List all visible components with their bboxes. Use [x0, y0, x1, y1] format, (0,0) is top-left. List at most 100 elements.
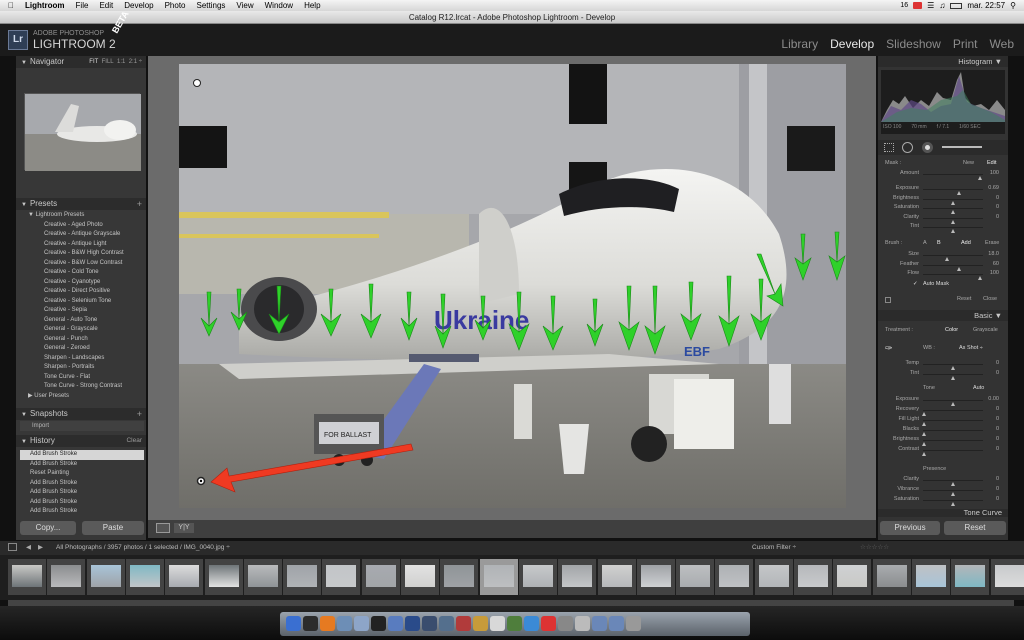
paste-settings-button[interactable]: Paste — [82, 521, 144, 535]
wifi-icon[interactable]: ☰ — [927, 1, 934, 10]
preset-item[interactable]: Creative - Selenium Tone — [20, 297, 144, 307]
main-photo[interactable]: Ukraine EBF FOR BALLAST — [179, 64, 846, 508]
slider-value[interactable]: 0 — [996, 406, 999, 412]
preset-item[interactable]: General - Zeroed — [20, 344, 144, 354]
add-preset-icon[interactable]: + — [137, 198, 142, 210]
firefox-icon[interactable] — [320, 616, 335, 631]
slider-value[interactable]: 0 — [996, 416, 999, 422]
slider-value[interactable]: 0 — [996, 496, 999, 502]
slider-track[interactable] — [923, 208, 983, 214]
module-develop[interactable]: Develop — [830, 37, 874, 51]
volume-icon[interactable]: ♫ — [939, 1, 945, 10]
slider-value[interactable]: 100 — [990, 270, 999, 276]
preset-item[interactable]: Creative - Sepia — [20, 306, 144, 316]
auto-mask-row[interactable]: ✓ Auto Mask — [881, 281, 1005, 290]
menubar-badge[interactable]: 16 — [900, 2, 908, 9]
preset-item[interactable]: Creative - B&W High Contrast — [20, 249, 144, 259]
apple-menu-icon[interactable]:  — [8, 1, 14, 10]
navigator-preview[interactable] — [24, 93, 141, 171]
preset-item[interactable]: Creative - Direct Positive — [20, 287, 144, 297]
filmstrip-thumbnail[interactable] — [951, 559, 990, 595]
slider-value[interactable]: 0 — [996, 436, 999, 442]
treatment-color[interactable]: Color — [945, 327, 958, 333]
treatment-grayscale[interactable]: Grayscale — [973, 327, 998, 333]
acrobat-icon[interactable] — [541, 616, 556, 631]
filmstrip-thumbnail[interactable] — [47, 559, 86, 595]
history-item[interactable]: Add Brush Stroke — [20, 507, 144, 517]
filmstrip-thumbnail[interactable] — [479, 559, 518, 595]
filmstrip-thumbnail[interactable] — [715, 559, 754, 595]
zoom-fit[interactable]: FIT — [89, 59, 98, 65]
menu-window[interactable]: Window — [265, 1, 293, 10]
menubar-clock[interactable]: mar. 22:57 — [967, 1, 1005, 10]
grid-view-icon[interactable] — [8, 543, 17, 551]
filmstrip-thumbnail[interactable] — [440, 559, 479, 595]
filmstrip-thumbnail[interactable] — [990, 559, 1024, 595]
eyedropper-icon[interactable]: ✑ — [885, 343, 893, 354]
module-library[interactable]: Library — [781, 37, 818, 51]
toggle-icon[interactable] — [885, 297, 891, 303]
red-eye-icon[interactable] — [922, 142, 933, 153]
mail-app-icon[interactable] — [337, 616, 352, 631]
battery-icon[interactable] — [950, 2, 963, 9]
copy-settings-button[interactable]: Copy... — [20, 521, 76, 535]
app-icon[interactable] — [575, 616, 590, 631]
slider-knob[interactable] — [921, 452, 926, 456]
slider-track[interactable] — [923, 217, 983, 224]
lightroom-dock-icon[interactable] — [422, 616, 437, 631]
slider-track[interactable] — [923, 490, 983, 496]
slider-value[interactable]: 0 — [996, 370, 999, 376]
rating-filter-stars[interactable]: ☆☆☆☆☆ — [860, 543, 889, 551]
slider-value[interactable]: 0 — [996, 195, 999, 201]
history-item[interactable]: Add Brush Stroke — [20, 460, 144, 470]
finder-icon[interactable] — [286, 616, 301, 631]
tone-curve-header[interactable]: Tone Curve — [878, 509, 1008, 517]
basic-header[interactable]: Basic ▼ — [878, 310, 1008, 321]
menu-app[interactable]: Lightroom — [25, 1, 65, 10]
slider-track[interactable] — [923, 274, 983, 280]
mask-edit[interactable]: Edit — [987, 160, 996, 166]
menu-view[interactable]: View — [236, 1, 253, 10]
trash-icon[interactable] — [626, 616, 641, 631]
history-item[interactable]: Add Brush Stroke — [20, 498, 144, 508]
slider-knob[interactable] — [950, 502, 955, 506]
slider-value[interactable]: 60 — [993, 261, 999, 267]
history-item[interactable]: Add Brush Stroke — [20, 479, 144, 489]
brush-a[interactable]: A — [923, 240, 927, 246]
filmstrip-thumbnail[interactable] — [754, 559, 793, 595]
preset-folder-lightroom[interactable]: ▼ Lightroom Presets — [20, 211, 144, 221]
reset-button[interactable]: Reset — [944, 521, 1006, 535]
calendar-icon[interactable] — [456, 616, 471, 631]
filmstrip-thumbnail[interactable] — [911, 559, 950, 595]
guitar-icon[interactable] — [473, 616, 488, 631]
back-arrow-icon[interactable]: ◀ — [26, 543, 31, 551]
filmstrip-thumbnail[interactable] — [401, 559, 439, 595]
history-clear-button[interactable]: Clear — [126, 435, 142, 447]
adjustment-brush-icon[interactable] — [942, 146, 982, 148]
slider-track[interactable] — [923, 174, 983, 180]
preset-item[interactable]: Sharpen - Landscapes — [20, 354, 144, 364]
zoom-1-1[interactable]: 1:1 — [117, 59, 125, 65]
filmstrip-thumbnail[interactable] — [125, 559, 164, 595]
history-item[interactable]: Add Brush Stroke — [20, 488, 144, 498]
slider-track[interactable] — [923, 373, 983, 380]
tone-auto-button[interactable]: Auto — [973, 385, 984, 391]
preview-icon[interactable] — [490, 616, 505, 631]
filmstrip-path[interactable]: All Photographs / 3957 photos / 1 select… — [56, 544, 230, 551]
slider-track[interactable] — [921, 410, 983, 416]
spotlight-icon[interactable]: ⚲ — [1010, 1, 1016, 10]
slider-value[interactable]: 0 — [996, 446, 999, 452]
brush-reset-button[interactable]: Reset — [957, 296, 971, 302]
filmstrip-thumbnail[interactable] — [283, 559, 322, 595]
app-icon[interactable] — [558, 616, 573, 631]
slider-track[interactable] — [923, 189, 983, 195]
add-snapshot-icon[interactable]: + — [137, 408, 142, 420]
preset-item[interactable]: Creative - Antique Light — [20, 240, 144, 250]
filmstrip-thumbnail[interactable] — [636, 559, 675, 595]
slider-track[interactable] — [923, 500, 983, 506]
zoom-2-1[interactable]: 2:1 ÷ — [129, 59, 142, 65]
filmstrip-thumbnail[interactable] — [676, 559, 715, 595]
filmstrip-thumbnail[interactable] — [518, 559, 557, 595]
spot-removal-icon[interactable] — [902, 142, 913, 153]
navigator-header[interactable]: ▼ Navigator FIT FILL 1:1 2:1 ÷ — [16, 56, 146, 68]
